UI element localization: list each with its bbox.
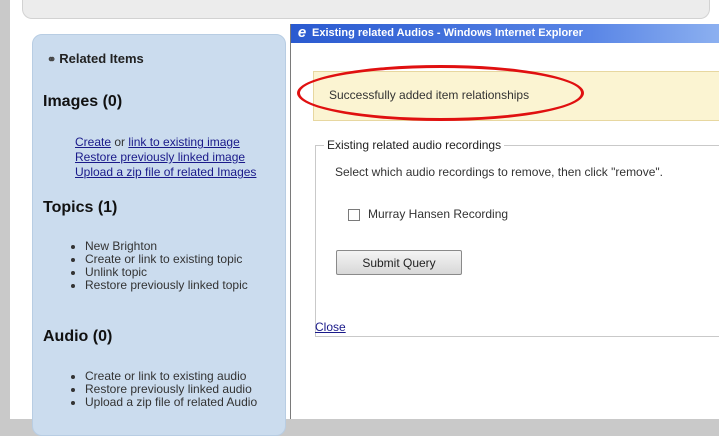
recording-row: Murray Hansen Recording <box>348 207 508 221</box>
topic-item-restore[interactable]: Restore previously linked topic <box>85 279 248 292</box>
instruction-text: Select which audio recordings to remove,… <box>335 165 664 179</box>
images-links: Create or link to existing image Restore… <box>75 135 256 180</box>
chain-link-icon: ⚭ <box>47 54 57 66</box>
window-title: Existing related Audios - Windows Intern… <box>312 27 583 39</box>
audio-title: Audio (0) <box>43 328 113 345</box>
audio-item-upload[interactable]: Upload a zip file of related Audio <box>85 396 257 409</box>
window-titlebar[interactable]: e Existing related Audios - Windows Inte… <box>291 24 719 43</box>
audio-list: Create or link to existing audio Restore… <box>73 370 257 409</box>
related-items-heading: ⚭ Related Items <box>47 51 144 66</box>
create-image-link[interactable]: Create <box>75 135 111 149</box>
audio-recordings-fieldset: Existing related audio recordings Select… <box>315 138 719 337</box>
topics-list: New Brighton Create or link to existing … <box>73 240 248 292</box>
link-existing-image-link[interactable]: link to existing image <box>128 135 239 149</box>
close-link[interactable]: Close <box>315 320 346 334</box>
top-panel <box>22 0 710 19</box>
upload-images-link[interactable]: Upload a zip file of related Images <box>75 165 256 179</box>
popup-window: e Existing related Audios - Windows Inte… <box>290 24 719 419</box>
red-annotation-oval <box>297 65 584 121</box>
recording-label: Murray Hansen Recording <box>368 207 509 221</box>
topics-title: Topics (1) <box>43 199 118 216</box>
or-text: or <box>111 135 129 149</box>
submit-query-button[interactable]: Submit Query <box>336 250 462 275</box>
images-title: Images (0) <box>43 93 123 110</box>
recording-checkbox[interactable] <box>348 208 360 221</box>
related-items-sidebar: ⚭ Related Items Images (0) Create or link… <box>32 34 286 436</box>
fieldset-legend: Existing related audio recordings <box>324 138 505 152</box>
internet-explorer-icon: e <box>297 24 307 41</box>
restore-image-link[interactable]: Restore previously linked image <box>75 150 245 164</box>
